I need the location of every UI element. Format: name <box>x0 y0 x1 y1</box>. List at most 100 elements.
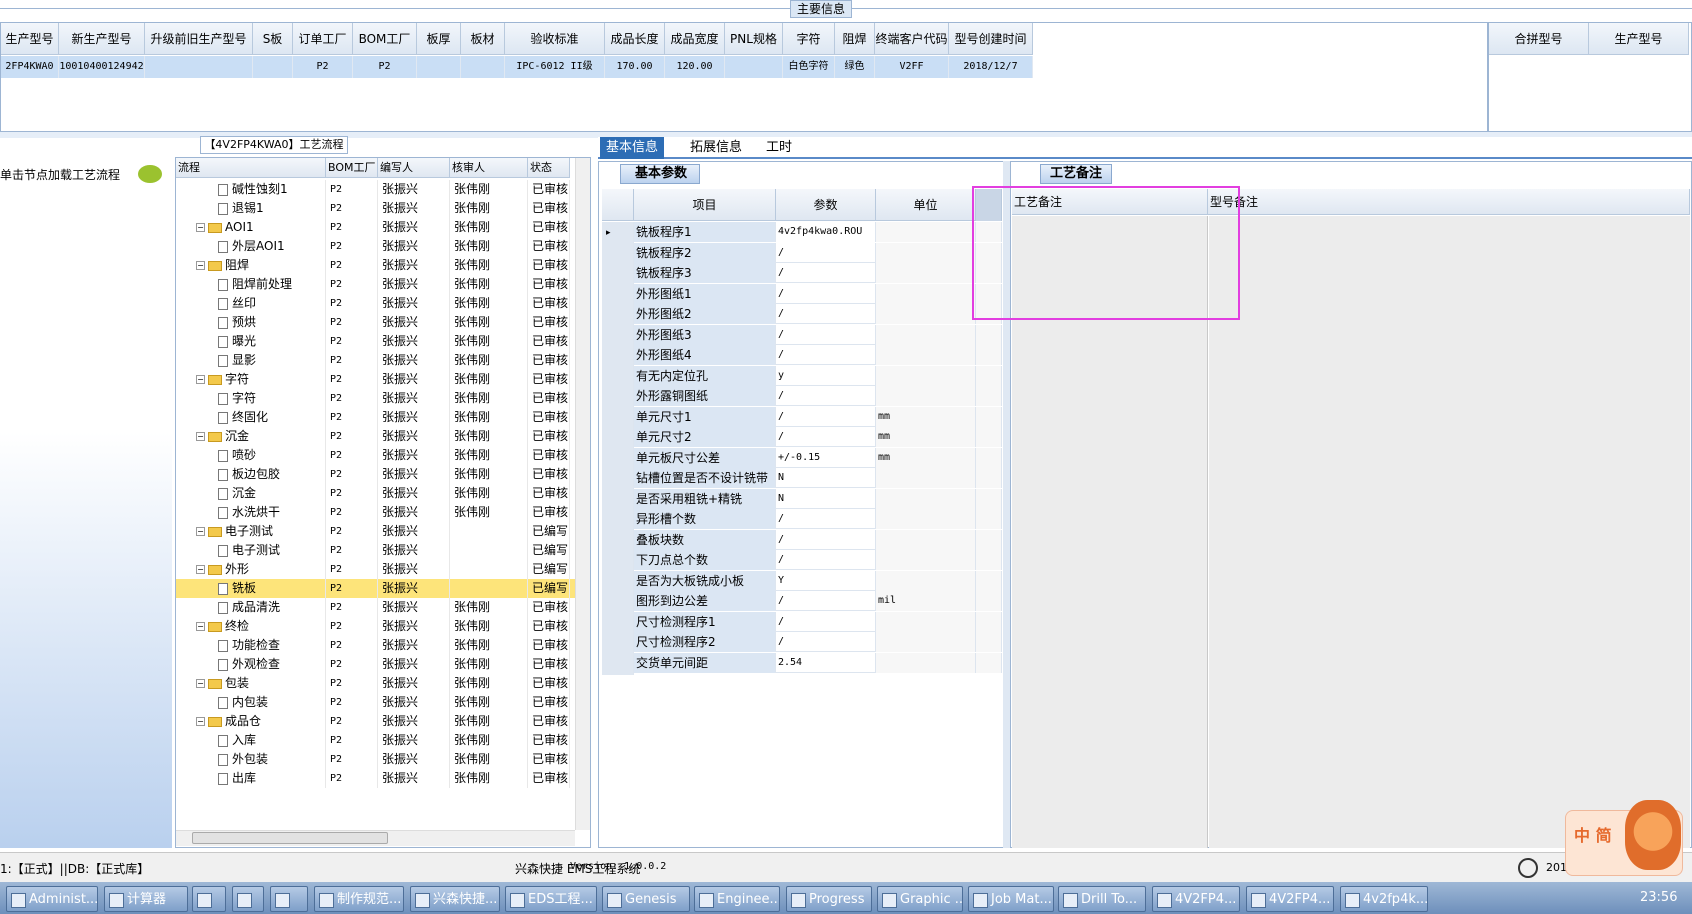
taskbar-item[interactable]: Administ... <box>6 886 98 912</box>
merge-col-header[interactable]: 合拼型号 <box>1489 23 1589 55</box>
param-value[interactable]: / <box>776 611 876 632</box>
param-row[interactable]: 下刀点总个数 / <box>602 550 1002 572</box>
param-value[interactable]: 2.54 <box>776 652 876 673</box>
top-col-header[interactable]: S板 <box>253 23 293 55</box>
tree-row[interactable]: 预烘 P2 张振兴 张伟刚 已审核 <box>176 313 576 332</box>
top-col-header[interactable]: 成品宽度 <box>665 23 725 55</box>
param-value[interactable]: 4v2fp4kwa0.ROU <box>776 222 876 242</box>
tree-row[interactable]: 退锡1 P2 张振兴 张伟刚 已审核 <box>176 199 576 218</box>
model-note-area[interactable] <box>1209 216 1690 848</box>
tree-col-header[interactable]: 状态 <box>528 158 570 178</box>
top-col-header[interactable]: 终端客户代码 <box>875 23 949 55</box>
tree-col-header[interactable]: BOM工厂 <box>326 158 378 178</box>
param-row[interactable]: 外形图纸4/ <box>602 345 1002 367</box>
tree-row[interactable]: − 字符 P2 张振兴 张伟刚 已审核 <box>176 370 576 389</box>
param-row[interactable]: 有无内定位孔 y <box>602 365 1002 388</box>
param-unit[interactable] <box>876 283 976 304</box>
tree-row[interactable]: 丝印 P2 张振兴 张伟刚 已审核 <box>176 294 576 313</box>
param-value[interactable]: / <box>776 591 876 611</box>
expand-toggle-icon[interactable]: − <box>196 622 205 631</box>
param-value[interactable]: N <box>776 468 876 488</box>
param-unit[interactable] <box>876 550 976 570</box>
expand-toggle-icon[interactable]: − <box>196 432 205 441</box>
tree-row[interactable]: 成品清洗 P2 张振兴 张伟刚 已审核 <box>176 598 576 617</box>
param-row[interactable]: 单元尺寸2/mm <box>602 427 1002 449</box>
param-unit[interactable] <box>876 652 976 673</box>
param-value[interactable]: / <box>776 406 876 427</box>
top-col-header[interactable]: 验收标准 <box>505 23 605 55</box>
taskbar-item[interactable] <box>192 886 226 912</box>
taskbar-item[interactable]: Enginee... <box>694 886 780 912</box>
expand-toggle-icon[interactable]: − <box>196 717 205 726</box>
tree-row[interactable]: − 外形 P2 张振兴 已编写 <box>176 560 576 579</box>
param-value[interactable]: / <box>776 529 876 550</box>
basic-params-tab[interactable]: 基本参数 <box>620 164 700 184</box>
param-row[interactable]: 单元板尺寸公差 +/-0.15 mm <box>602 447 1002 470</box>
param-unit[interactable] <box>876 529 976 550</box>
param-value[interactable]: / <box>776 509 876 529</box>
top-col-header[interactable]: 板材 <box>461 23 505 55</box>
expand-toggle-icon[interactable]: − <box>196 679 205 688</box>
tree-row[interactable]: 字符 P2 张振兴 张伟刚 已审核 <box>176 389 576 408</box>
taskbar-item[interactable]: 制作规范... <box>314 886 404 912</box>
tree-col-header[interactable]: 编写人 <box>378 158 450 178</box>
tab-work-hours[interactable]: 工时 <box>760 137 798 159</box>
param-row[interactable]: 是否为大板铣成小板 Y <box>602 570 1002 593</box>
param-unit[interactable] <box>876 263 976 283</box>
tree-row[interactable]: 喷砂 P2 张振兴 张伟刚 已审核 <box>176 446 576 465</box>
param-unit[interactable] <box>876 570 976 591</box>
param-unit[interactable] <box>876 365 976 386</box>
tree-row[interactable]: 外层AOI1 P2 张振兴 张伟刚 已审核 <box>176 237 576 256</box>
param-unit[interactable]: mm <box>876 427 976 447</box>
expand-toggle-icon[interactable]: − <box>196 527 205 536</box>
taskbar-item[interactable]: EDS工程... <box>505 886 597 912</box>
tree-row[interactable]: 碱性蚀刻1 P2 张振兴 张伟刚 已审核 <box>176 180 576 199</box>
param-value[interactable]: N <box>776 488 876 509</box>
taskbar-item[interactable]: Genesis <box>602 886 690 912</box>
param-row[interactable]: 尺寸检测程序1/ <box>602 611 1002 634</box>
top-col-header[interactable]: 型号创建时间 <box>949 23 1033 55</box>
taskbar-item[interactable]: 兴森快捷... <box>410 886 500 912</box>
tree-row[interactable]: 外包装 P2 张振兴 张伟刚 已审核 <box>176 750 576 769</box>
param-unit[interactable] <box>876 345 976 365</box>
tree-row[interactable]: − 阻焊 P2 张振兴 张伟刚 已审核 <box>176 256 576 275</box>
param-value[interactable]: / <box>776 283 876 304</box>
tree-row[interactable]: − 包装 P2 张振兴 张伟刚 已审核 <box>176 674 576 693</box>
top-col-header[interactable]: 字符 <box>783 23 835 55</box>
tab-extended-info[interactable]: 拓展信息 <box>684 137 748 159</box>
top-col-header[interactable]: 生产型号 <box>1 23 59 55</box>
param-value[interactable]: / <box>776 386 876 406</box>
param-unit[interactable]: mm <box>876 406 976 427</box>
tree-row[interactable]: − 终检 P2 张振兴 张伟刚 已审核 <box>176 617 576 636</box>
tree-row[interactable]: 电子测试 P2 张振兴 已编写 <box>176 541 576 560</box>
param-unit[interactable] <box>876 611 976 632</box>
param-value[interactable]: / <box>776 345 876 365</box>
expand-toggle-icon[interactable]: − <box>196 223 205 232</box>
param-row[interactable]: 单元尺寸1/mm <box>602 406 1002 429</box>
expand-toggle-icon[interactable]: − <box>196 261 205 270</box>
param-value[interactable]: / <box>776 632 876 652</box>
top-col-header[interactable]: 板厚 <box>417 23 461 55</box>
param-row[interactable]: 图形到边公差 / mil <box>602 591 1002 613</box>
param-unit[interactable] <box>876 222 976 242</box>
taskbar-clock[interactable]: 23:56 <box>1640 890 1677 905</box>
param-unit[interactable]: mm <box>876 447 976 468</box>
param-row[interactable]: 尺寸检测程序2/ <box>602 632 1002 654</box>
param-row[interactable]: 外形图纸1/ <box>602 283 1002 306</box>
param-value[interactable]: / <box>776 263 876 283</box>
param-value[interactable]: Y <box>776 570 876 591</box>
param-row[interactable]: 外形图纸2/ <box>602 304 1002 326</box>
tree-row[interactable]: 外观检查 P2 张振兴 张伟刚 已审核 <box>176 655 576 674</box>
param-unit[interactable] <box>876 632 976 652</box>
param-row[interactable]: 叠板块数 / <box>602 529 1002 552</box>
tree-row[interactable]: 板边包胶 P2 张振兴 张伟刚 已审核 <box>176 465 576 484</box>
param-value[interactable]: +/-0.15 <box>776 447 876 468</box>
taskbar-item[interactable] <box>232 886 264 912</box>
tree-row[interactable]: 阻焊前处理 P2 张振兴 张伟刚 已审核 <box>176 275 576 294</box>
taskbar-item[interactable] <box>270 886 308 912</box>
param-value[interactable]: / <box>776 242 876 263</box>
tree-row[interactable]: − 成品仓 P2 张振兴 张伟刚 已审核 <box>176 712 576 731</box>
main-info-tab[interactable]: 主要信息 <box>790 0 852 18</box>
top-col-header[interactable]: 阻焊 <box>835 23 875 55</box>
param-row[interactable]: ▸ 铣板程序1 4v2fp4kwa0.ROU <box>602 222 1002 244</box>
